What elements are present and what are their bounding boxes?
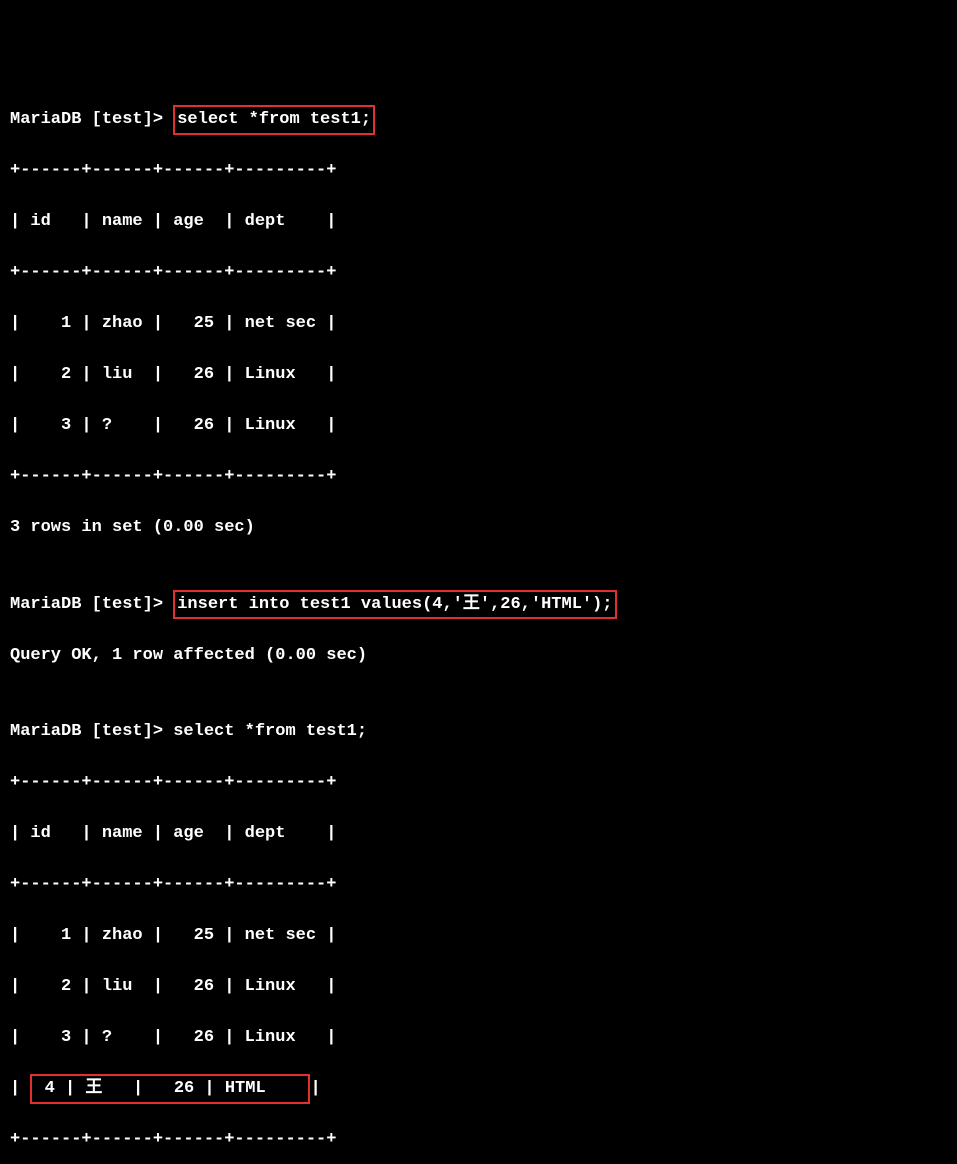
command-3[interactable]: select *from test1; bbox=[173, 722, 367, 741]
command-1[interactable]: select *from test1; bbox=[177, 110, 371, 129]
table1-header: | id | name | age | dept | bbox=[10, 209, 947, 235]
row4-prefix: | bbox=[10, 1079, 30, 1098]
result-1: 3 rows in set (0.00 sec) bbox=[10, 515, 947, 541]
prompt: MariaDB [test]> bbox=[10, 722, 173, 741]
table2-sep-top: +------+------+------+---------+ bbox=[10, 770, 947, 796]
command-2[interactable]: insert into test1 values(4,'王',26,'HTML'… bbox=[177, 595, 612, 614]
command-1-highlight: select *from test1; bbox=[173, 105, 375, 135]
table1-sep-top: +------+------+------+---------+ bbox=[10, 158, 947, 184]
table1-sep-mid: +------+------+------+---------+ bbox=[10, 260, 947, 286]
table2-row-4: | 4 | 王 | 26 | HTML | bbox=[10, 1076, 947, 1102]
table2-row-3: | 3 | ? | 26 | Linux | bbox=[10, 1025, 947, 1051]
result-2: Query OK, 1 row affected (0.00 sec) bbox=[10, 643, 947, 669]
table1-row-2: | 2 | liu | 26 | Linux | bbox=[10, 362, 947, 388]
table2-row-2: | 2 | liu | 26 | Linux | bbox=[10, 974, 947, 1000]
command-2-highlight: insert into test1 values(4,'王',26,'HTML'… bbox=[173, 590, 616, 620]
terminal-line-2: MariaDB [test]> insert into test1 values… bbox=[10, 592, 947, 618]
prompt: MariaDB [test]> bbox=[10, 110, 173, 129]
row-4-highlight: 4 | 王 | 26 | HTML bbox=[30, 1074, 310, 1104]
table2-sep-bot: +------+------+------+---------+ bbox=[10, 1127, 947, 1153]
table2-sep-mid: +------+------+------+---------+ bbox=[10, 872, 947, 898]
terminal-line-1: MariaDB [test]> select *from test1; bbox=[10, 107, 947, 133]
row4-content: 4 | 王 | 26 | HTML bbox=[34, 1079, 306, 1098]
table1-row-3: | 3 | ? | 26 | Linux | bbox=[10, 413, 947, 439]
row4-suffix: | bbox=[310, 1079, 320, 1098]
terminal-line-3: MariaDB [test]> select *from test1; bbox=[10, 719, 947, 745]
table2-row-1: | 1 | zhao | 25 | net sec | bbox=[10, 923, 947, 949]
table1-sep-bot: +------+------+------+---------+ bbox=[10, 464, 947, 490]
table1-row-1: | 1 | zhao | 25 | net sec | bbox=[10, 311, 947, 337]
table2-header: | id | name | age | dept | bbox=[10, 821, 947, 847]
prompt: MariaDB [test]> bbox=[10, 595, 173, 614]
